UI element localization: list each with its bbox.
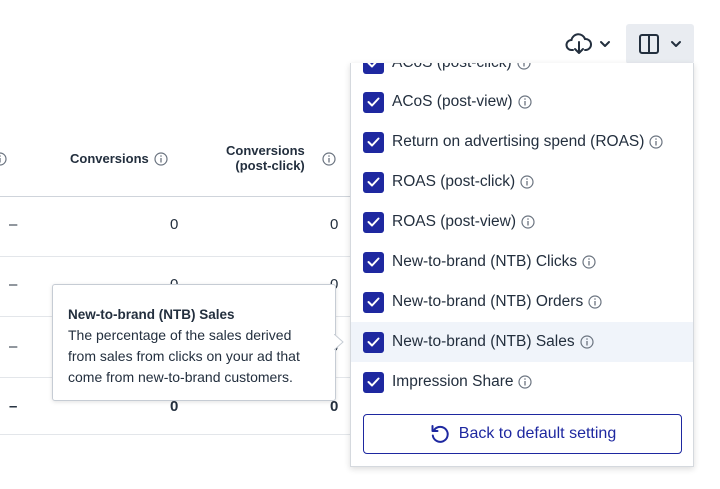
tooltip-arrow xyxy=(334,334,344,350)
columns-icon xyxy=(639,34,659,54)
checkmark-icon xyxy=(367,137,380,147)
info-icon[interactable] xyxy=(517,95,532,109)
info-icon[interactable] xyxy=(0,152,7,166)
column-option-label: ROAS (post-view) xyxy=(392,213,517,230)
checkbox-checked[interactable] xyxy=(363,63,384,74)
header-divider xyxy=(0,196,352,197)
info-icon[interactable] xyxy=(517,63,531,70)
checkbox-checked[interactable] xyxy=(363,371,384,393)
row-divider xyxy=(0,256,352,257)
cloud-download-icon xyxy=(565,33,592,54)
column-option-label: Return on advertising spend (ROAS) xyxy=(392,133,645,150)
column-option-label: New-to-brand (NTB) Clicks xyxy=(392,253,578,270)
checkmark-icon xyxy=(367,177,380,187)
info-icon[interactable] xyxy=(518,375,533,389)
info-icon[interactable] xyxy=(588,295,602,309)
tooltip-title: New-to-brand (NTB) Sales xyxy=(68,307,235,322)
header-conversions-post-click[interactable]: Conversions (post-click) xyxy=(226,143,305,173)
checkbox-checked[interactable] xyxy=(363,251,384,273)
back-to-default-button[interactable]: Back to default setting xyxy=(363,414,682,454)
column-option-label: ACoS (post-view) xyxy=(392,93,513,110)
table-cell: 0 xyxy=(170,216,179,233)
column-option-impression-share[interactable]: Impression Share xyxy=(351,362,693,402)
chevron-down-icon xyxy=(600,41,610,47)
column-option-ntb-clicks[interactable]: New-to-brand (NTB) Clicks xyxy=(351,242,693,282)
column-option-label: New-to-brand (NTB) Orders xyxy=(392,293,584,310)
tooltip-body-line: The percentage of the sales derived xyxy=(68,327,292,343)
checkbox-checked[interactable] xyxy=(363,131,384,153)
checkbox-checked[interactable] xyxy=(363,211,384,233)
checkbox-checked[interactable] xyxy=(363,291,384,313)
column-option-label: ACoS (post-click) xyxy=(392,63,512,72)
checkmark-icon xyxy=(367,297,380,307)
header-conversions[interactable]: Conversions xyxy=(70,151,168,166)
info-icon[interactable] xyxy=(582,255,596,269)
checkmark-icon xyxy=(367,217,380,227)
checkbox-checked[interactable] xyxy=(363,171,384,193)
table-cell: – xyxy=(9,216,18,233)
table-cell: – xyxy=(9,398,18,415)
chevron-down-icon xyxy=(671,41,681,47)
column-option-roas[interactable]: Return on advertising spend (ROAS) xyxy=(351,122,693,162)
column-option-acos-post-view[interactable]: ACoS (post-view) xyxy=(351,82,693,122)
column-option-ntb-orders[interactable]: New-to-brand (NTB) Orders xyxy=(351,282,693,322)
checkmark-icon xyxy=(367,63,377,68)
checkmark-icon xyxy=(367,337,380,347)
column-option-ntb-sales[interactable]: New-to-brand (NTB) Sales xyxy=(351,322,693,362)
info-icon[interactable] xyxy=(322,152,336,166)
info-icon[interactable] xyxy=(580,335,594,349)
reset-icon xyxy=(431,425,449,443)
ntb-sales-tooltip: New-to-brand (NTB) Sales The percentage … xyxy=(52,284,336,401)
row-divider xyxy=(0,434,352,435)
column-option-roas-post-view[interactable]: ROAS (post-view) xyxy=(351,202,693,242)
checkmark-icon xyxy=(367,97,380,107)
column-settings-button[interactable] xyxy=(626,24,694,64)
checkbox-checked[interactable] xyxy=(363,91,384,113)
column-option-roas-post-click[interactable]: ROAS (post-click) xyxy=(351,162,693,202)
info-icon[interactable] xyxy=(520,175,534,189)
info-icon[interactable] xyxy=(649,135,664,149)
table-cell: – xyxy=(9,276,18,293)
column-option-label: Impression Share xyxy=(392,373,514,390)
back-to-default-label: Back to default setting xyxy=(458,425,617,442)
info-icon[interactable] xyxy=(154,151,168,166)
tooltip-body-line: come from new-to-brand customers. xyxy=(68,369,293,385)
checkmark-icon xyxy=(367,377,380,387)
column-option-label: New-to-brand (NTB) Sales xyxy=(392,333,575,350)
checkmark-icon xyxy=(367,257,380,267)
download-button[interactable] xyxy=(558,24,618,64)
info-icon[interactable] xyxy=(521,215,535,229)
column-option-acos-post-click[interactable]: ACoS (post-click) xyxy=(351,63,693,83)
checkbox-checked[interactable] xyxy=(363,331,384,353)
column-option-label: ROAS (post-click) xyxy=(392,173,516,190)
tooltip-body-line: from sales from clicks on your ad that xyxy=(68,348,300,364)
column-chooser-menu[interactable]: ACoS (post-click) ACoS (post-view) Retur… xyxy=(350,63,694,467)
table-cell: – xyxy=(9,338,18,355)
table-cell: 0 xyxy=(330,216,339,233)
